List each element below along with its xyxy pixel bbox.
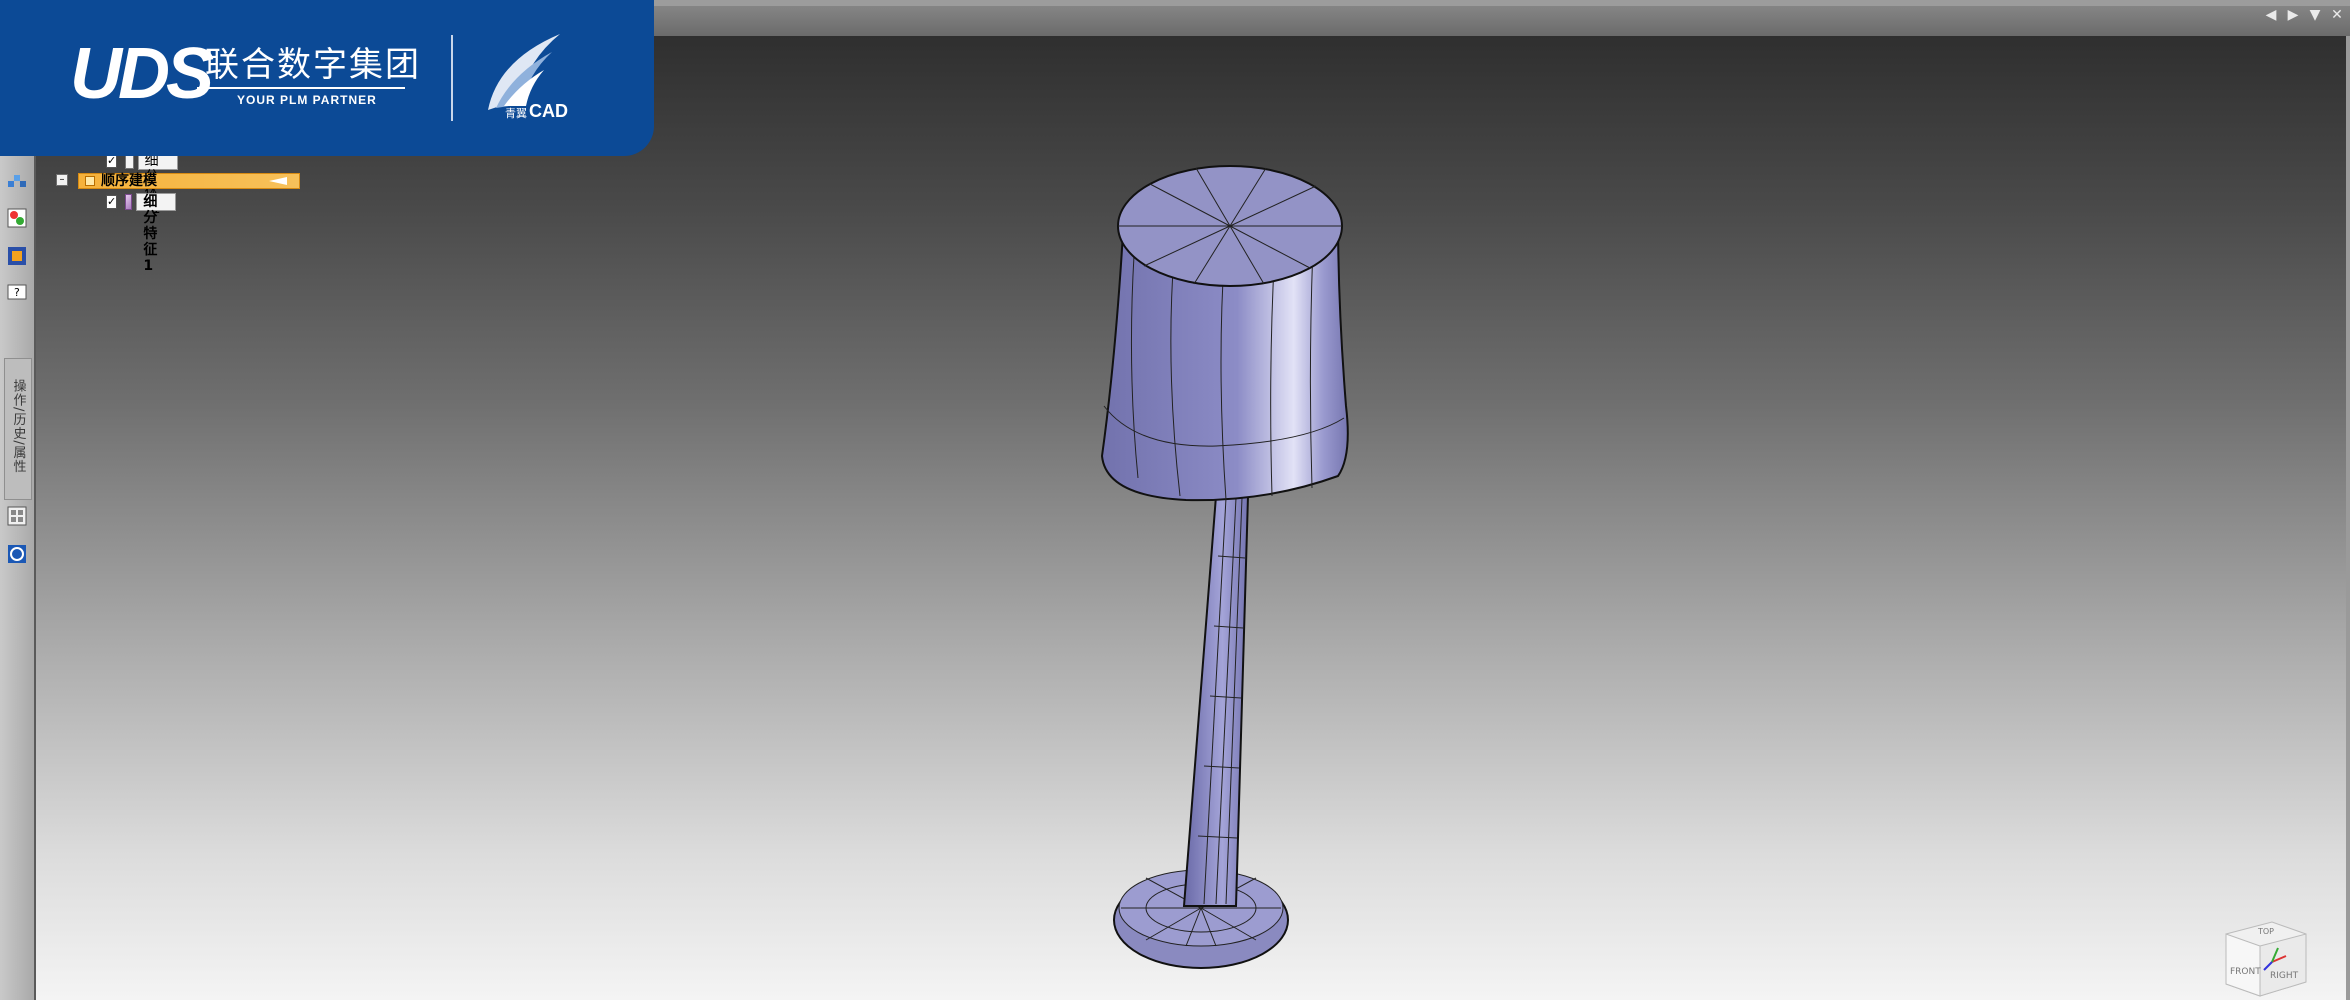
history-panel-tab[interactable]: 操作/历史/属性 [4,358,32,500]
close-icon[interactable]: ✕ [2330,8,2344,22]
product-name: 青翼 CAD [505,101,568,122]
visibility-checkbox[interactable]: ✓ [106,195,118,209]
scroll-right-icon[interactable]: ▶ [2286,8,2300,22]
logo-divider [451,35,453,121]
visibility-checkbox[interactable]: ✓ [106,154,118,168]
company-tagline: YOUR PLM PARTNER [237,93,377,107]
render-icon[interactable] [5,244,29,268]
company-name: 联合数字集团 [205,45,421,85]
viewport-right-border [2346,36,2350,1000]
svg-text:?: ? [14,286,20,299]
history-panel-tab-label: 操作/历史/属性 [10,379,26,474]
view-cube-top[interactable]: TOP [2257,927,2274,936]
rollback-pointer-icon[interactable] [269,177,287,185]
scroll-left-icon[interactable]: ◀ [2264,8,2278,22]
3d-viewport[interactable] [36,36,2346,1000]
view-cube[interactable]: FRONT RIGHT TOP [2216,904,2316,1000]
logo-underline [197,87,405,89]
tree-item-subdivision-feature[interactable]: ✓ 细分特征 1 [106,193,176,274]
assembly-icon[interactable] [5,168,29,192]
left-toolbar: ? 操作/历史/属性 [0,36,34,1000]
product-prefix: 青翼 [505,108,527,120]
view-cube-right[interactable]: RIGHT [2270,971,2299,981]
subdivision-feature-icon [125,194,133,210]
help-icon[interactable]: ? [5,280,29,304]
uds-logo: UDS [70,34,214,114]
tree-item-label: 细分特征 1 [136,193,176,274]
tree-item-label: 顺序建模 [101,173,157,189]
settings-icon[interactable] [5,504,29,528]
layers-icon[interactable] [5,206,29,230]
history-node-icon [85,176,95,186]
company-logo-banner: UDS 联合数字集团 YOUR PLM PARTNER 青翼 CAD [0,0,654,156]
tree-item-sequential-modeling[interactable]: 顺序建模 [78,173,300,189]
window-controls: ◀ ▶ ▼ ✕ [2264,8,2344,22]
dropdown-icon[interactable]: ▼ [2308,8,2322,22]
globe-icon[interactable] [5,542,29,566]
view-cube-front[interactable]: FRONT [2230,967,2261,977]
collapse-icon[interactable]: – [56,174,68,186]
lamp-model[interactable] [1076,156,1406,976]
product-label: CAD [529,101,568,121]
